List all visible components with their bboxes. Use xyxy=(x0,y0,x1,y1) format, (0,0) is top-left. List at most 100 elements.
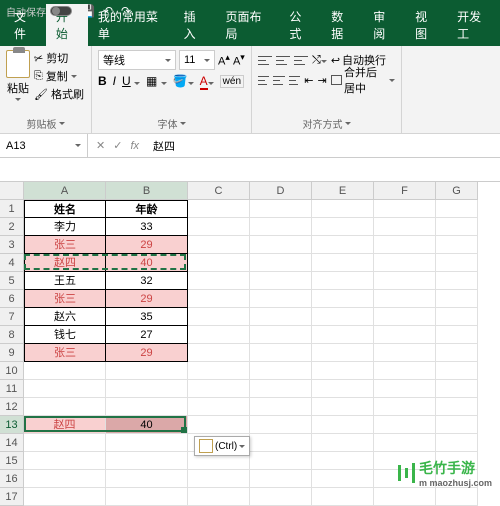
phonetic-button[interactable]: wén xyxy=(220,75,244,88)
cell-G3[interactable] xyxy=(436,236,478,254)
cell-D15[interactable] xyxy=(250,452,312,470)
cell-G1[interactable] xyxy=(436,200,478,218)
cell-A15[interactable] xyxy=(24,452,106,470)
indent-increase-icon[interactable]: ⇥ xyxy=(317,74,326,87)
cell-A11[interactable] xyxy=(24,380,106,398)
cell-B11[interactable] xyxy=(106,380,188,398)
cell-B16[interactable] xyxy=(106,470,188,488)
dialog-launcher-icon[interactable] xyxy=(345,122,351,125)
cell-A2[interactable]: 李力 xyxy=(24,218,106,236)
underline-button[interactable]: U xyxy=(122,74,140,88)
cell-A6[interactable]: 张三 xyxy=(24,290,106,308)
cell-B17[interactable] xyxy=(106,488,188,506)
cell-D5[interactable] xyxy=(250,272,312,290)
cell-D16[interactable] xyxy=(250,470,312,488)
cell-F8[interactable] xyxy=(374,326,436,344)
cell-E6[interactable] xyxy=(312,290,374,308)
dialog-launcher-icon[interactable] xyxy=(180,122,186,125)
cell-G12[interactable] xyxy=(436,398,478,416)
cell-F7[interactable] xyxy=(374,308,436,326)
cell-C11[interactable] xyxy=(188,380,250,398)
cell-A3[interactable]: 张三 xyxy=(24,236,106,254)
format-painter-button[interactable]: 🖌格式刷 xyxy=(34,86,84,102)
cell-A13[interactable]: 赵四 xyxy=(24,416,106,434)
cell-E12[interactable] xyxy=(312,398,374,416)
row-header-15[interactable]: 15 xyxy=(0,452,24,470)
indent-decrease-icon[interactable]: ⇤ xyxy=(304,74,313,87)
cell-D2[interactable] xyxy=(250,218,312,236)
cell-D7[interactable] xyxy=(250,308,312,326)
cell-D17[interactable] xyxy=(250,488,312,506)
cell-G8[interactable] xyxy=(436,326,478,344)
cell-D1[interactable] xyxy=(250,200,312,218)
cell-G14[interactable] xyxy=(436,434,478,452)
align-right-icon[interactable] xyxy=(289,74,300,86)
fill-color-button[interactable]: 🪣 xyxy=(173,74,194,88)
cell-E14[interactable] xyxy=(312,434,374,452)
cell-G17[interactable] xyxy=(436,488,478,506)
cell-F1[interactable] xyxy=(374,200,436,218)
row-header-2[interactable]: 2 xyxy=(0,218,24,236)
tab-文件[interactable]: 文件 xyxy=(4,4,46,46)
cell-C7[interactable] xyxy=(188,308,250,326)
toggle-switch-icon[interactable] xyxy=(50,6,72,16)
cell-G10[interactable] xyxy=(436,362,478,380)
cell-E3[interactable] xyxy=(312,236,374,254)
increase-font-button[interactable]: A▴ xyxy=(218,52,230,68)
cell-E13[interactable] xyxy=(312,416,374,434)
tab-我的常用菜单[interactable]: 我的常用菜单 xyxy=(88,4,174,46)
italic-button[interactable]: I xyxy=(113,74,116,88)
cell-B7[interactable]: 35 xyxy=(106,308,188,326)
cell-A16[interactable] xyxy=(24,470,106,488)
cell-E2[interactable] xyxy=(312,218,374,236)
cell-B12[interactable] xyxy=(106,398,188,416)
cell-G13[interactable] xyxy=(436,416,478,434)
tab-数据[interactable]: 数据 xyxy=(321,4,363,46)
row-header-1[interactable]: 1 xyxy=(0,200,24,218)
cell-B4[interactable]: 40 xyxy=(106,254,188,272)
cell-D4[interactable] xyxy=(250,254,312,272)
row-header-4[interactable]: 4 xyxy=(0,254,24,272)
cell-F4[interactable] xyxy=(374,254,436,272)
cell-G4[interactable] xyxy=(436,254,478,272)
cell-D9[interactable] xyxy=(250,344,312,362)
cell-C10[interactable] xyxy=(188,362,250,380)
cell-A5[interactable]: 王五 xyxy=(24,272,106,290)
copy-button[interactable]: ⎘复制 xyxy=(34,68,84,84)
row-header-10[interactable]: 10 xyxy=(0,362,24,380)
cell-E8[interactable] xyxy=(312,326,374,344)
cell-C13[interactable] xyxy=(188,416,250,434)
cell-E1[interactable] xyxy=(312,200,374,218)
cell-D12[interactable] xyxy=(250,398,312,416)
cell-B6[interactable]: 29 xyxy=(106,290,188,308)
cell-C9[interactable] xyxy=(188,344,250,362)
align-top-icon[interactable] xyxy=(258,54,272,66)
cell-C12[interactable] xyxy=(188,398,250,416)
cell-E16[interactable] xyxy=(312,470,374,488)
cell-G2[interactable] xyxy=(436,218,478,236)
cell-E15[interactable] xyxy=(312,452,374,470)
cell-F12[interactable] xyxy=(374,398,436,416)
cell-D3[interactable] xyxy=(250,236,312,254)
cell-G7[interactable] xyxy=(436,308,478,326)
cell-A17[interactable] xyxy=(24,488,106,506)
row-header-11[interactable]: 11 xyxy=(0,380,24,398)
cell-B13[interactable]: 40 xyxy=(106,416,188,434)
tab-开发工[interactable]: 开发工 xyxy=(447,4,500,46)
bold-button[interactable]: B xyxy=(98,74,107,88)
cell-B3[interactable]: 29 xyxy=(106,236,188,254)
cell-C4[interactable] xyxy=(188,254,250,272)
cell-E5[interactable] xyxy=(312,272,374,290)
col-header-E[interactable]: E xyxy=(312,182,374,200)
cell-A14[interactable] xyxy=(24,434,106,452)
cell-F6[interactable] xyxy=(374,290,436,308)
cell-F13[interactable] xyxy=(374,416,436,434)
fx-icon[interactable]: fx xyxy=(130,140,139,152)
col-header-C[interactable]: C xyxy=(188,182,250,200)
col-header-D[interactable]: D xyxy=(250,182,312,200)
cell-D6[interactable] xyxy=(250,290,312,308)
tab-视图[interactable]: 视图 xyxy=(405,4,447,46)
cell-C17[interactable] xyxy=(188,488,250,506)
cell-G9[interactable] xyxy=(436,344,478,362)
cell-C3[interactable] xyxy=(188,236,250,254)
